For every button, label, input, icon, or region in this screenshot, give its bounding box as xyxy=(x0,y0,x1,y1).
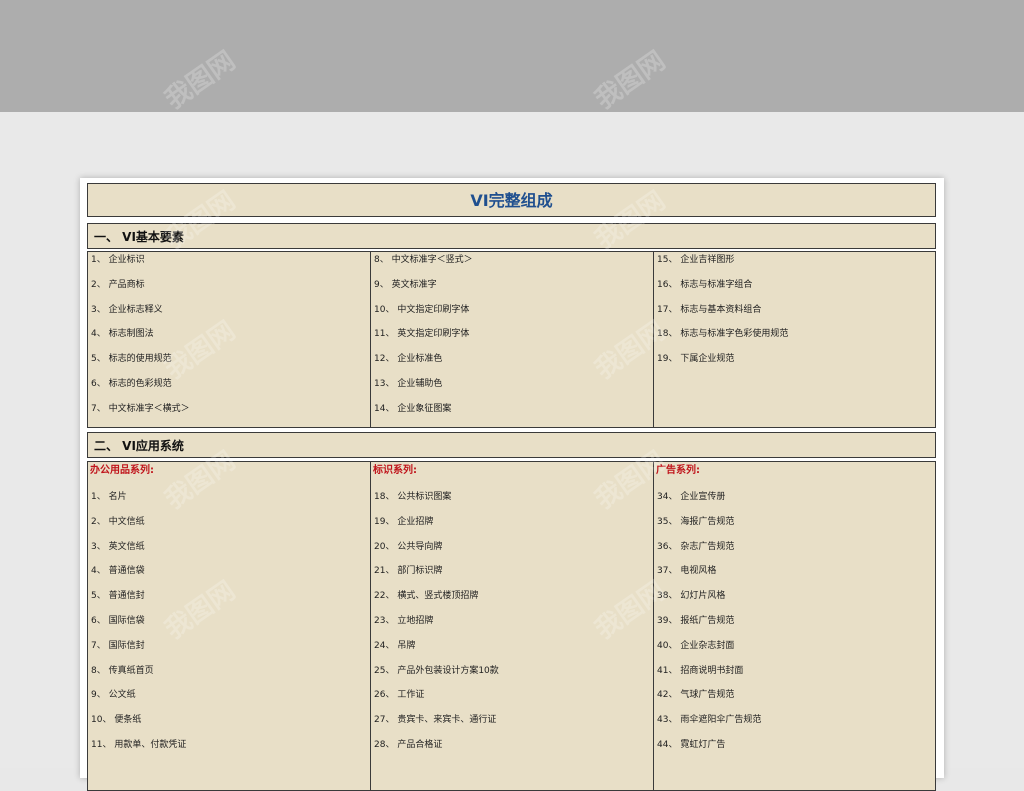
application-column-office: 办公用品系列: 1、 名片 2、 中文信纸 3、 英文信纸 4、 普通信袋 5、 普通信… xyxy=(88,462,370,790)
section-application-header: 二、 VI应用系统 xyxy=(87,432,936,458)
list-item: 1、 企业标识 xyxy=(91,255,145,265)
document-sheet: VI完整组成 一、 VI基本要素 1、 企业标识 2、 产品商标 3、 企业标志释义… xyxy=(80,178,944,791)
category-signage: 标识系列: xyxy=(373,465,417,476)
list-item: 14、 企业象征图案 xyxy=(374,403,452,414)
section-basic-heading: 一、 VI基本要素 xyxy=(94,230,184,244)
basic-column-1: 1、 企业标识 2、 产品商标 3、 企业标志释义 4、 标志制图法 5、 标志的使用规… xyxy=(88,252,370,427)
list-item: 2、 产品商标 xyxy=(91,279,145,290)
list-item: 34、 企业宣传册 xyxy=(657,492,726,502)
application-column-advertising: 广告系列: 34、 企业宣传册 35、 海报广告规范 36、 杂志广告规范 37、 电… xyxy=(653,462,936,790)
list-item: 10、 中文指定印刷字体 xyxy=(374,304,470,315)
list-item: 16、 标志与标准字组合 xyxy=(657,279,753,290)
list-item: 5、 标志的使用规范 xyxy=(91,354,172,365)
application-column-signage: 标识系列: 18、 公共标识图案 19、 企业招牌 20、 公共导向牌 21、 部门标… xyxy=(370,462,653,790)
list-item: 18、 公共标识图案 xyxy=(374,492,452,502)
list-item: 7、 中文标准字＜横式＞ xyxy=(91,403,190,414)
section-application-heading: 二、 VI应用系统 xyxy=(94,439,184,453)
list-item: 1、 名片 xyxy=(91,492,127,502)
list-item: 18、 标志与标准字色彩使用规范 xyxy=(657,329,789,340)
category-advertising: 广告系列: xyxy=(656,465,700,476)
section-basic-header: 一、 VI基本要素 xyxy=(87,223,936,249)
list-item: 28、 产品合格证 xyxy=(374,740,443,750)
top-background-band xyxy=(0,0,1024,112)
section-application-grid: 办公用品系列: 1、 名片 2、 中文信纸 3、 英文信纸 4、 普通信袋 5、 普通信… xyxy=(87,461,936,791)
list-item: 23、 立地招牌 xyxy=(374,616,434,626)
list-item: 42、 气球广告规范 xyxy=(657,690,735,701)
list-item: 26、 工作证 xyxy=(374,690,425,701)
list-item: 24、 吊牌 xyxy=(374,640,416,651)
list-item: 13、 企业辅助色 xyxy=(374,379,443,389)
list-item: 39、 报纸广告规范 xyxy=(657,616,735,626)
list-item: 9、 英文标准字 xyxy=(374,279,437,290)
list-item: 7、 国际信封 xyxy=(91,640,145,651)
list-item: 15、 企业吉祥图形 xyxy=(657,255,735,265)
list-item: 27、 贵宾卡、来宾卡、通行证 xyxy=(374,715,497,726)
list-item: 22、 横式、竖式楼顶招牌 xyxy=(374,591,479,602)
list-item: 43、 雨伞遮阳伞广告规范 xyxy=(657,715,762,726)
list-item: 19、 下属企业规范 xyxy=(657,354,735,365)
list-item: 12、 企业标准色 xyxy=(374,354,443,365)
list-item: 3、 企业标志释义 xyxy=(91,304,163,315)
list-item: 4、 普通信袋 xyxy=(91,566,145,577)
basic-column-2: 8、 中文标准字＜竖式＞ 9、 英文标准字 10、 中文指定印刷字体 11、 英文指定… xyxy=(370,252,653,427)
list-item: 44、 霓虹灯广告 xyxy=(657,740,726,750)
page-title: VI完整组成 xyxy=(470,191,553,210)
list-item: 19、 企业招牌 xyxy=(374,516,434,527)
list-item: 6、 国际信袋 xyxy=(91,616,145,626)
list-item: 38、 幻灯片风格 xyxy=(657,591,726,602)
list-item: 40、 企业杂志封面 xyxy=(657,640,735,651)
list-item: 5、 普通信封 xyxy=(91,591,145,602)
basic-column-3: 15、 企业吉祥图形 16、 标志与标准字组合 17、 标志与基本资料组合 18、 标… xyxy=(653,252,936,427)
list-item: 37、 电视风格 xyxy=(657,566,717,577)
list-item: 8、 传真纸首页 xyxy=(91,665,154,676)
list-item: 36、 杂志广告规范 xyxy=(657,541,735,552)
title-box: VI完整组成 xyxy=(87,183,936,217)
list-item: 41、 招商说明书封面 xyxy=(657,665,744,676)
list-item: 21、 部门标识牌 xyxy=(374,566,443,577)
list-item: 6、 标志的色彩规范 xyxy=(91,379,172,389)
list-item: 3、 英文信纸 xyxy=(91,541,145,552)
category-office-supplies: 办公用品系列: xyxy=(90,465,154,476)
list-item: 11、 用款单、付款凭证 xyxy=(91,740,187,750)
list-item: 20、 公共导向牌 xyxy=(374,541,443,552)
list-item: 2、 中文信纸 xyxy=(91,516,145,527)
section-basic-grid: 1、 企业标识 2、 产品商标 3、 企业标志释义 4、 标志制图法 5、 标志的使用规… xyxy=(87,251,936,428)
list-item: 4、 标志制图法 xyxy=(91,329,154,340)
list-item: 35、 海报广告规范 xyxy=(657,516,735,527)
list-item: 9、 公文纸 xyxy=(91,690,136,701)
list-item: 17、 标志与基本资料组合 xyxy=(657,304,762,315)
list-item: 11、 英文指定印刷字体 xyxy=(374,329,470,340)
list-item: 8、 中文标准字＜竖式＞ xyxy=(374,255,473,265)
list-item: 10、 便条纸 xyxy=(91,715,142,726)
list-item: 25、 产品外包装设计方案10款 xyxy=(374,665,499,676)
